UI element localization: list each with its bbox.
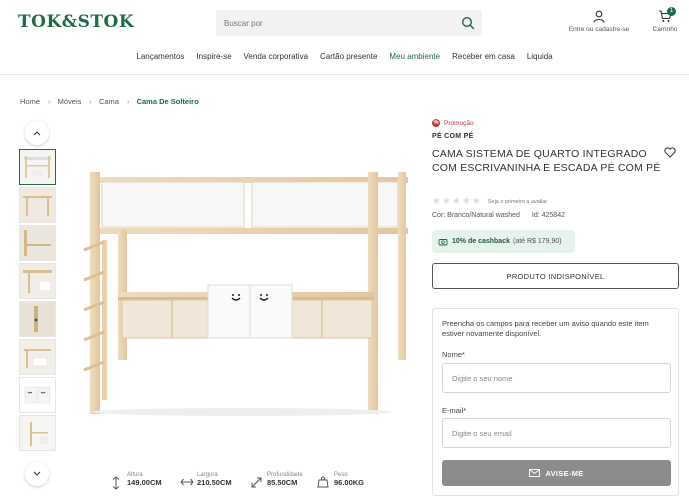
- thumbnail-1[interactable]: [19, 149, 56, 185]
- cashback-limit: (até R$ 179,90): [512, 238, 562, 245]
- name-field-label: Nome*: [442, 350, 465, 359]
- email-field-label: E-mail*: [442, 406, 467, 415]
- star-icon: ★: [441, 196, 451, 207]
- header-divider: [0, 74, 689, 75]
- thumbnail-5[interactable]: [19, 301, 56, 337]
- dimension-value: 210.50CM: [197, 478, 232, 487]
- envelope-icon: [529, 469, 541, 477]
- depth-icon: [251, 477, 262, 488]
- breadcrumb: Home › Móveis › Cama › Cama De Solteiro: [20, 97, 202, 106]
- thumbnail-8[interactable]: [19, 415, 56, 451]
- nav-item-receber-em-casa[interactable]: Receber em casa: [452, 48, 515, 66]
- weight-icon: [317, 476, 329, 488]
- cashback-value: 10% de cashback: [452, 238, 510, 245]
- star-icon: ★: [451, 196, 461, 207]
- nav-item-meu-ambiente[interactable]: Meu ambiente: [389, 48, 440, 66]
- notify-me-label: AVISE-ME: [545, 468, 584, 478]
- dimension-value: 149.00CM: [127, 478, 162, 487]
- thumbnail-2[interactable]: [19, 187, 56, 223]
- cart-link[interactable]: 1 Carrinho: [648, 7, 682, 33]
- main-nav: Lançamentos Inspire-se Venda corporativa…: [0, 48, 689, 66]
- header: TOK&STOK Entre ou cadastre-se 1 Carrinho: [0, 0, 689, 46]
- product-unavailable-button[interactable]: PRODUTO INDISPONÍVEL: [432, 263, 679, 289]
- email-field[interactable]: [442, 418, 671, 448]
- nav-item-inspire-se[interactable]: Inspire-se: [196, 48, 231, 66]
- product-title: CAMA SISTEMA DE QUARTO INTEGRADO COM ESC…: [432, 148, 661, 174]
- promo-badge: % Promoção: [432, 119, 474, 127]
- account-link[interactable]: Entre ou cadastre-se: [562, 10, 636, 33]
- chevron-up-icon: [33, 131, 41, 136]
- product-variant-info: Cor: Branco/Natural washed Id: 425842: [432, 212, 565, 219]
- chevron-right-icon: ›: [48, 97, 51, 106]
- search-bar[interactable]: [216, 10, 482, 36]
- first-review-link[interactable]: Seja o primeiro a avaliar: [488, 199, 547, 205]
- thumbnail-4[interactable]: [19, 263, 56, 299]
- chevron-right-icon: ›: [89, 97, 92, 106]
- promo-label: Promoção: [444, 119, 474, 127]
- user-icon: [593, 10, 605, 23]
- rating-stars[interactable]: ★ ★ ★ ★ ★ Seja o primeiro a avaliar: [432, 196, 547, 207]
- nav-item-venda-corporativa[interactable]: Venda corporativa: [244, 48, 309, 66]
- thumbnails-up-button[interactable]: [25, 121, 49, 145]
- cashback-badge: 10% de cashback (até R$ 179,90): [432, 230, 575, 253]
- cart-label: Carrinho: [652, 26, 678, 33]
- notify-me-form: Preencha os campos para receber um aviso…: [432, 308, 679, 496]
- chevron-right-icon: ›: [126, 97, 130, 106]
- product-brand[interactable]: PÉ COM PÉ: [432, 133, 474, 140]
- width-icon: [180, 478, 194, 486]
- search-input[interactable]: [224, 14, 454, 32]
- heart-icon[interactable]: [664, 147, 676, 158]
- loft-bed-illustration: [83, 172, 408, 416]
- thumbnail-7[interactable]: [19, 377, 56, 413]
- chevron-down-icon: [33, 471, 41, 476]
- product-dimensions: Altura 149.00CM Largura 210.50CM Profund…: [110, 472, 430, 496]
- height-icon: [112, 476, 120, 490]
- breadcrumb-moveis[interactable]: Móveis: [58, 97, 82, 106]
- cart-count-badge: 1: [667, 7, 676, 16]
- nav-item-lancamentos[interactable]: Lançamentos: [136, 48, 184, 66]
- star-icon: ★: [432, 196, 441, 207]
- search-icon[interactable]: [461, 16, 475, 30]
- product-color: Cor: Branco/Natural washed: [432, 212, 520, 219]
- breadcrumb-home[interactable]: Home: [20, 97, 40, 106]
- thumbnail-3[interactable]: [19, 225, 56, 261]
- name-field[interactable]: [442, 363, 671, 393]
- notify-instructions: Preencha os campos para receber um aviso…: [442, 319, 649, 338]
- notify-me-button[interactable]: AVISE-ME: [442, 460, 671, 486]
- logo[interactable]: TOK&STOK: [18, 12, 134, 32]
- dimension-value: 96.00KG: [334, 478, 365, 487]
- thumbnail-list: [19, 149, 56, 453]
- breadcrumb-cama[interactable]: Cama: [99, 97, 119, 106]
- star-icon: ★: [461, 196, 471, 207]
- nav-item-liquida[interactable]: Liquida: [527, 48, 553, 66]
- star-icon: ★: [471, 196, 481, 207]
- account-label: Entre ou cadastre-se: [568, 26, 630, 33]
- thumbnail-6[interactable]: [19, 339, 56, 375]
- nav-item-cartao-presente[interactable]: Cartão presente: [320, 48, 377, 66]
- percent-icon: %: [432, 119, 440, 127]
- product-id: Id: 425842: [531, 212, 565, 219]
- breadcrumb-current: Cama De Solteiro: [136, 97, 199, 106]
- cashback-icon: [438, 238, 448, 245]
- thumbnails-down-button[interactable]: [25, 462, 49, 486]
- product-main-image[interactable]: [72, 120, 420, 458]
